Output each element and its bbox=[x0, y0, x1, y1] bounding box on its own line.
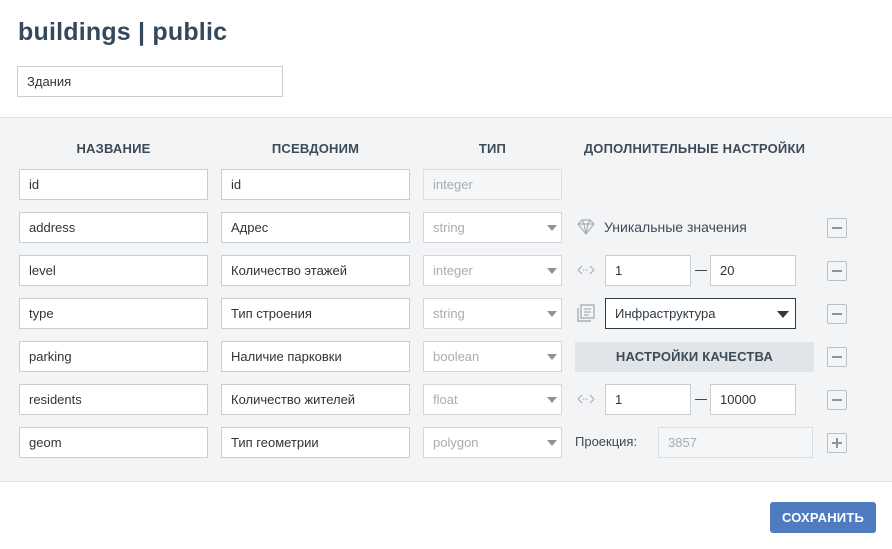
column-header-alias: ПСЕВДОНИМ bbox=[271, 141, 360, 156]
field-alias-input[interactable] bbox=[221, 427, 410, 458]
field-type-select[interactable]: float bbox=[423, 384, 562, 415]
minus-icon bbox=[832, 313, 842, 315]
chevron-down-icon bbox=[547, 440, 557, 446]
add-setting-button[interactable] bbox=[827, 433, 847, 453]
field-alias-input[interactable] bbox=[221, 384, 410, 415]
quality-settings-button[interactable]: НАСТРОЙКИ КАЧЕСТВА bbox=[575, 342, 814, 372]
field-type-select[interactable]: string bbox=[423, 212, 562, 243]
page-title: buildings | public bbox=[18, 18, 228, 46]
field-type-readonly: integer bbox=[423, 169, 562, 200]
field-type-value: polygon bbox=[433, 435, 479, 450]
range-icon bbox=[576, 389, 596, 409]
chevron-down-icon bbox=[777, 311, 789, 318]
minus-icon bbox=[832, 399, 842, 401]
range-max-input[interactable] bbox=[710, 255, 796, 286]
plus-icon-vertical bbox=[836, 438, 838, 448]
remove-setting-button[interactable] bbox=[827, 261, 847, 281]
field-type-select[interactable]: string bbox=[423, 298, 562, 329]
field-type-value: string bbox=[433, 220, 465, 235]
field-type-value: boolean bbox=[433, 349, 480, 364]
range-max-input[interactable] bbox=[710, 384, 796, 415]
range-min-input[interactable] bbox=[605, 255, 691, 286]
field-type-select[interactable]: polygon bbox=[423, 427, 562, 458]
field-type-value: integer bbox=[433, 177, 473, 192]
field-name-input[interactable] bbox=[19, 427, 208, 458]
range-dash bbox=[695, 399, 707, 400]
chevron-down-icon bbox=[547, 311, 557, 317]
field-type-select[interactable]: integer bbox=[423, 255, 562, 286]
chevron-down-icon bbox=[547, 268, 557, 274]
field-type-value: float bbox=[433, 392, 458, 407]
projection-input[interactable] bbox=[658, 427, 813, 458]
field-name-input[interactable] bbox=[19, 212, 208, 243]
catalog-icon[interactable] bbox=[576, 303, 596, 323]
range-min-input[interactable] bbox=[605, 384, 691, 415]
remove-setting-button[interactable] bbox=[827, 347, 847, 367]
field-type-value: string bbox=[433, 306, 465, 321]
catalog-select-value: Инфраструктура bbox=[615, 306, 716, 321]
field-alias-input[interactable] bbox=[221, 298, 410, 329]
field-name-input[interactable] bbox=[19, 384, 208, 415]
minus-icon bbox=[832, 356, 842, 358]
remove-setting-button[interactable] bbox=[827, 390, 847, 410]
remove-setting-button[interactable] bbox=[827, 304, 847, 324]
range-icon bbox=[576, 260, 596, 280]
column-header-name: НАЗВАНИЕ bbox=[76, 141, 151, 156]
field-type-select[interactable]: boolean bbox=[423, 341, 562, 372]
field-name-input[interactable] bbox=[19, 341, 208, 372]
field-type-value: integer bbox=[433, 263, 473, 278]
column-header-extra: ДОПОЛНИТЕЛЬНЫЕ НАСТРОЙКИ bbox=[583, 141, 806, 156]
field-name-input[interactable] bbox=[19, 255, 208, 286]
minus-icon bbox=[832, 227, 842, 229]
field-alias-input[interactable] bbox=[221, 212, 410, 243]
remove-setting-button[interactable] bbox=[827, 218, 847, 238]
field-name-input[interactable] bbox=[19, 298, 208, 329]
chevron-down-icon bbox=[547, 397, 557, 403]
diamond-icon[interactable] bbox=[576, 217, 596, 237]
layer-name-input[interactable] bbox=[17, 66, 283, 97]
field-name-input[interactable] bbox=[19, 169, 208, 200]
unique-values-label: Уникальные значения bbox=[604, 219, 747, 235]
minus-icon bbox=[832, 270, 842, 272]
field-alias-input[interactable] bbox=[221, 255, 410, 286]
range-dash bbox=[695, 270, 707, 271]
catalog-select[interactable]: Инфраструктура bbox=[605, 298, 796, 329]
column-header-type: ТИП bbox=[478, 141, 507, 156]
chevron-down-icon bbox=[547, 225, 557, 231]
projection-label: Проекция: bbox=[575, 434, 638, 449]
chevron-down-icon bbox=[547, 354, 557, 360]
field-alias-input[interactable] bbox=[221, 341, 410, 372]
field-alias-input[interactable] bbox=[221, 169, 410, 200]
save-button[interactable]: СОХРАНИТЬ bbox=[770, 502, 876, 533]
